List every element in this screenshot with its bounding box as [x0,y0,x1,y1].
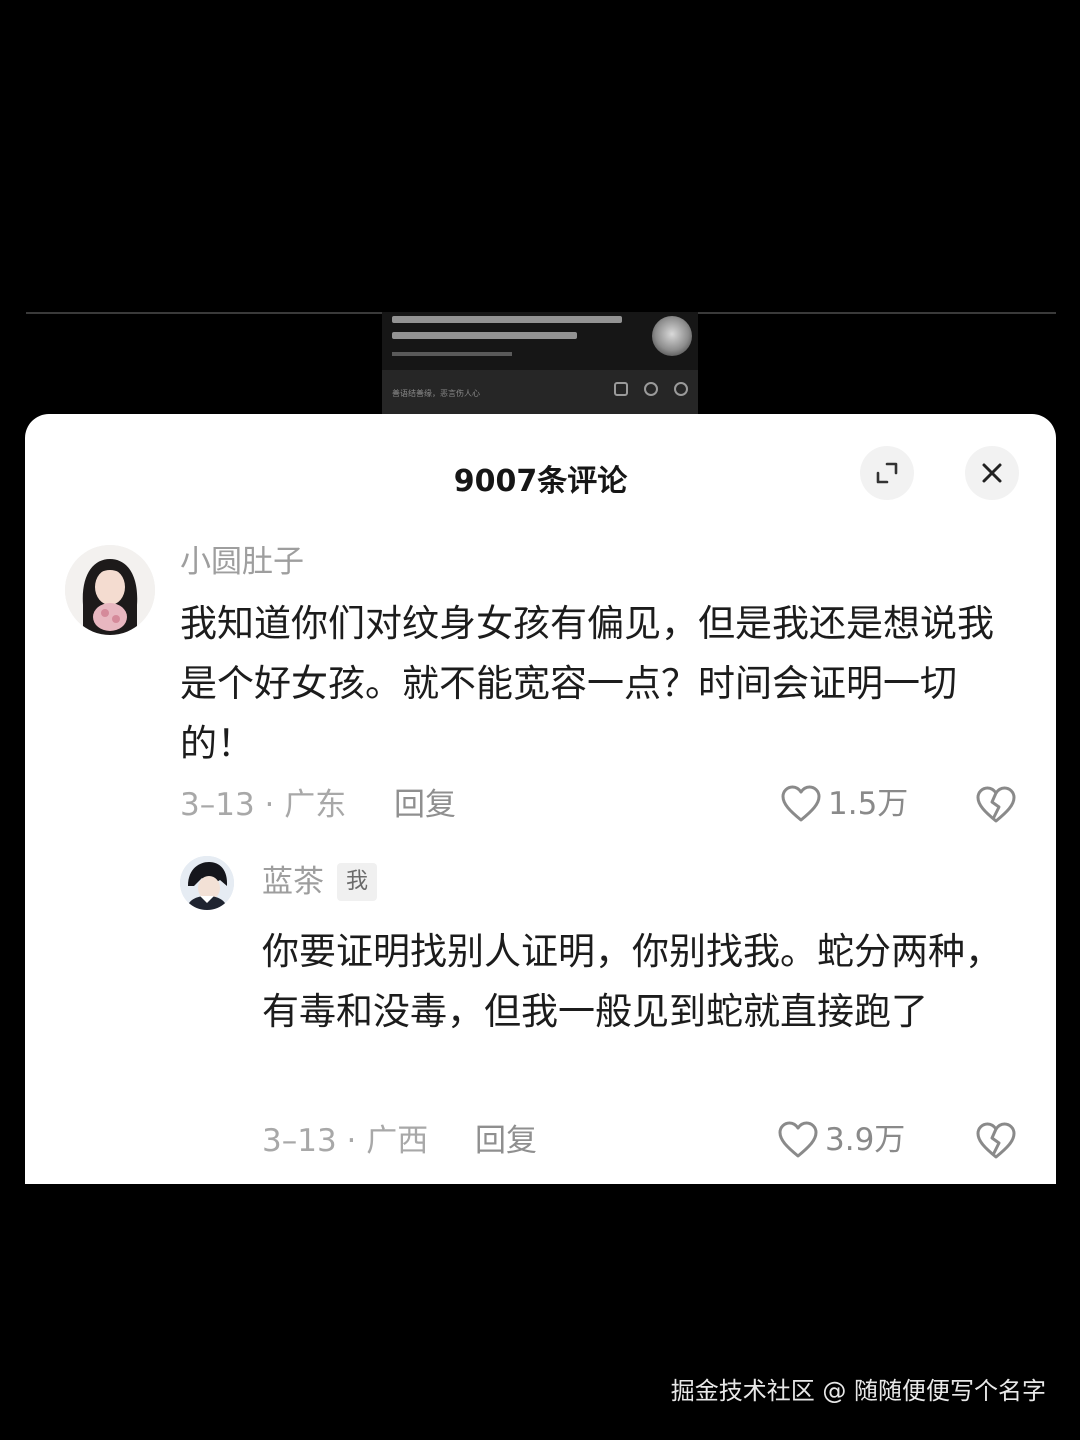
like-button[interactable]: 1.5万 [780,784,908,824]
image-icon [614,382,628,396]
comment-sheet: 9007条评论 小圆肚子 我知道你们对纹身女孩有偏见，但是我还是想说我是个好女孩… [25,414,1056,1184]
broken-heart-icon [976,786,1016,823]
expand-button[interactable] [860,446,914,500]
like-button[interactable]: 3.9万 [777,1120,905,1160]
broken-heart-icon [976,1122,1016,1159]
dislike-button[interactable] [975,1121,1017,1165]
at-icon [644,382,658,396]
like-count: 3.9万 [825,1122,906,1158]
avatar[interactable] [180,856,234,910]
reply-text: 你要证明找别人证明，你别找我。蛇分两种，有毒和没毒，但我一般见到蛇就直接跑了 [262,930,1002,1033]
heart-icon [781,785,821,822]
expand-icon [876,462,898,484]
watermark: 掘金技术社区 @ 随随便便写个名字 [670,1377,1046,1405]
reply-date-location: 3–13 · 广西 [262,1123,429,1159]
background-video-thumbnail: 善语结善缘，恶言伤人心 [382,312,698,414]
avatar-image [65,545,155,635]
background-input-placeholder: 善语结善缘，恶言伤人心 [392,389,480,398]
background-comment-input: 善语结善缘，恶言伤人心 [382,370,698,414]
background-avatar [652,316,692,356]
me-badge: 我 [337,863,378,901]
comment-username[interactable]: 小圆肚子 [180,542,304,582]
avatar[interactable] [65,545,155,635]
close-button[interactable] [965,446,1019,500]
reply-button[interactable]: 回复 [475,1121,537,1161]
reply-username[interactable]: 蓝茶 [262,862,324,902]
comment-text: 我知道你们对纹身女孩有偏见，但是我还是想说我是个好女孩。就不能宽容一点？时间会证… [180,602,994,765]
reply-button[interactable]: 回复 [394,785,456,825]
close-icon [982,463,1002,483]
avatar-image [180,856,234,910]
heart-icon [778,1121,818,1158]
dislike-button[interactable] [975,785,1017,829]
emoji-icon [674,382,688,396]
like-count: 1.5万 [828,786,909,822]
comment-date-location: 3–13 · 广东 [180,787,347,823]
screen: 善语结善缘，恶言伤人心 9007条评论 小圆肚子 我知道你们对纹身女孩有偏见，但… [0,0,1080,1440]
